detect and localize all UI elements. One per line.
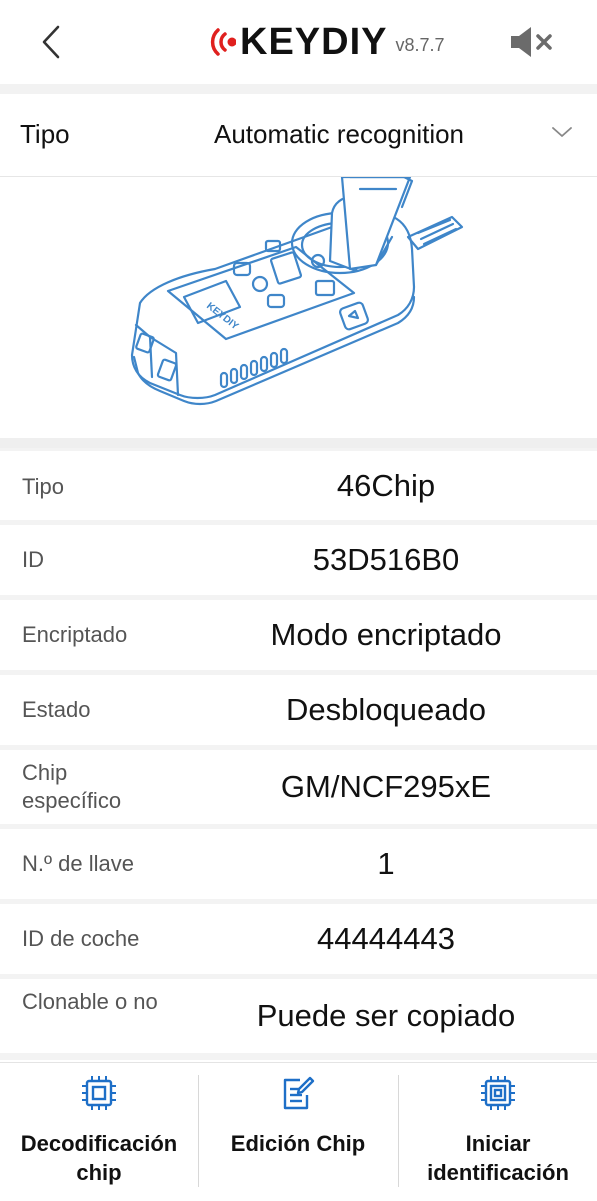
edit-chip-label: Edición Chip (230, 1131, 366, 1156)
type-selector-label: Tipo (20, 119, 70, 149)
chip-decode-icon (82, 1076, 116, 1110)
info-row-status: Estado Desbloqueado (0, 675, 597, 745)
start-identification-button[interactable]: Iniciar identificación (399, 1063, 597, 1201)
info-value: 44444443 (317, 921, 455, 956)
info-row-car-id: ID de coche 44444443 (0, 904, 597, 974)
app-version: v8.7.7 (395, 34, 445, 55)
type-selector-value: Automatic recognition (214, 119, 465, 149)
info-row-type: Tipo 46Chip (0, 451, 597, 520)
signal-logo-icon (210, 28, 236, 56)
volume-mute-icon (511, 27, 552, 57)
info-label: Chip específico (22, 760, 122, 813)
top-bar: KEYDIY v8.7.7 (0, 0, 597, 84)
bottom-action-bar: Decodificación chip Edición Chip Iniciar… (0, 1062, 597, 1201)
info-row-specific-chip: Chip específico GM/NCF295xE (0, 750, 597, 824)
chip-identify-icon (481, 1076, 515, 1110)
edit-document-icon (283, 1076, 315, 1110)
info-value: Puede ser copiado (256, 998, 516, 1033)
info-label: Estado (22, 697, 91, 722)
chip-info-list: Tipo 46Chip ID 53D516B0 Encriptado Modo … (0, 448, 597, 1060)
info-value: GM/NCF295xE (280, 769, 492, 804)
info-value: Modo encriptado (270, 617, 502, 652)
info-row-encryption: Encriptado Modo encriptado (0, 600, 597, 670)
info-label: Encriptado (22, 622, 128, 647)
app-logo: KEYDIY v8.7.7 (210, 20, 445, 64)
section-separator (0, 438, 597, 448)
chevron-down-icon (552, 127, 572, 137)
info-row-id: ID 53D516B0 (0, 525, 597, 595)
info-value: 46Chip (336, 468, 436, 503)
edit-chip-button[interactable]: Edición Chip (199, 1063, 397, 1201)
info-value: Desbloqueado (286, 692, 486, 727)
info-label: ID de coche (22, 926, 140, 951)
start-identification-label: Iniciar identificación (427, 1131, 569, 1185)
sound-toggle-button[interactable] (505, 22, 557, 62)
logo-text: KEYDIY (240, 20, 388, 63)
info-row-key-number: N.º de llave 1 (0, 829, 597, 899)
key-programmer-device-image: KEYDIY (130, 175, 464, 406)
info-value: 53D516B0 (312, 542, 460, 577)
device-illustration-area: KEYDIY (0, 175, 597, 438)
decode-chip-button[interactable]: Decodificación chip (0, 1063, 198, 1201)
info-label: Clonable o no (22, 989, 158, 1014)
type-selector[interactable]: Tipo Automatic recognition (0, 94, 597, 177)
back-button[interactable] (34, 22, 68, 62)
info-label: Tipo (22, 474, 64, 499)
device-brand-text: KEYDIY (204, 301, 240, 333)
decode-chip-label: Decodificación chip (20, 1131, 178, 1185)
info-row-clonable: Clonable o no Puede ser copiado (0, 979, 597, 1053)
info-value: 1 (377, 846, 395, 881)
info-label: N.º de llave (22, 851, 134, 876)
chevron-left-icon (42, 25, 60, 59)
section-separator (0, 84, 597, 94)
info-label: ID (22, 547, 44, 572)
